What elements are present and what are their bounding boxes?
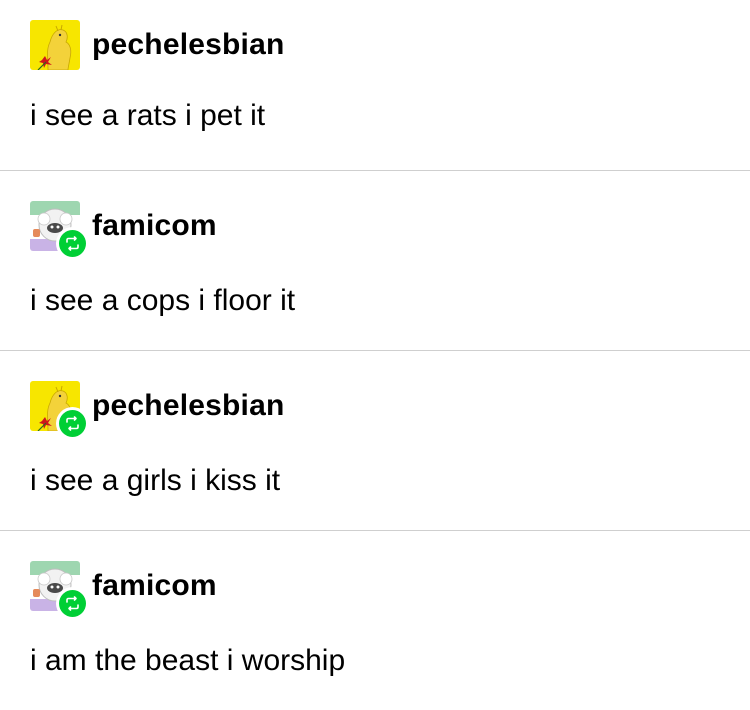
post-text: i see a rats i pet it — [30, 99, 266, 132]
post-header: pechelesbian — [30, 20, 284, 72]
post-header: pechelesbian — [30, 381, 284, 440]
post-4: famicom i am the beast i worship — [0, 530, 750, 710]
post-text: i see a girls i kiss it — [30, 464, 281, 497]
post-text: i am the beast i worship — [30, 644, 346, 677]
post-text: i see a cops i floor it — [30, 284, 296, 317]
post-2: famicom i see a cops i floor it — [0, 170, 750, 350]
post-1: pechelesbian i see a rats i pet it — [0, 0, 750, 180]
reblog-badge — [56, 407, 89, 440]
moomin-yellow-avatar — [30, 20, 80, 70]
reblog-thread: pechelesbian i see a rats i pet it famic… — [0, 0, 750, 708]
avatar[interactable] — [30, 20, 80, 70]
avatar[interactable] — [30, 561, 89, 620]
avatar[interactable] — [30, 381, 89, 440]
post-3: pechelesbian i see a girls i kiss it — [0, 350, 750, 530]
reblog-icon — [66, 416, 79, 431]
reblog-icon — [66, 596, 79, 611]
post-username[interactable]: pechelesbian — [92, 387, 284, 425]
post-username[interactable]: famicom — [92, 207, 217, 245]
post-header: famicom — [30, 201, 217, 260]
reblog-badge — [56, 587, 89, 620]
post-header: famicom — [30, 561, 217, 620]
post-username[interactable]: pechelesbian — [92, 26, 284, 64]
reblog-badge — [56, 227, 89, 260]
avatar[interactable] — [30, 201, 89, 260]
reblog-icon — [66, 236, 79, 251]
post-username[interactable]: famicom — [92, 567, 217, 605]
